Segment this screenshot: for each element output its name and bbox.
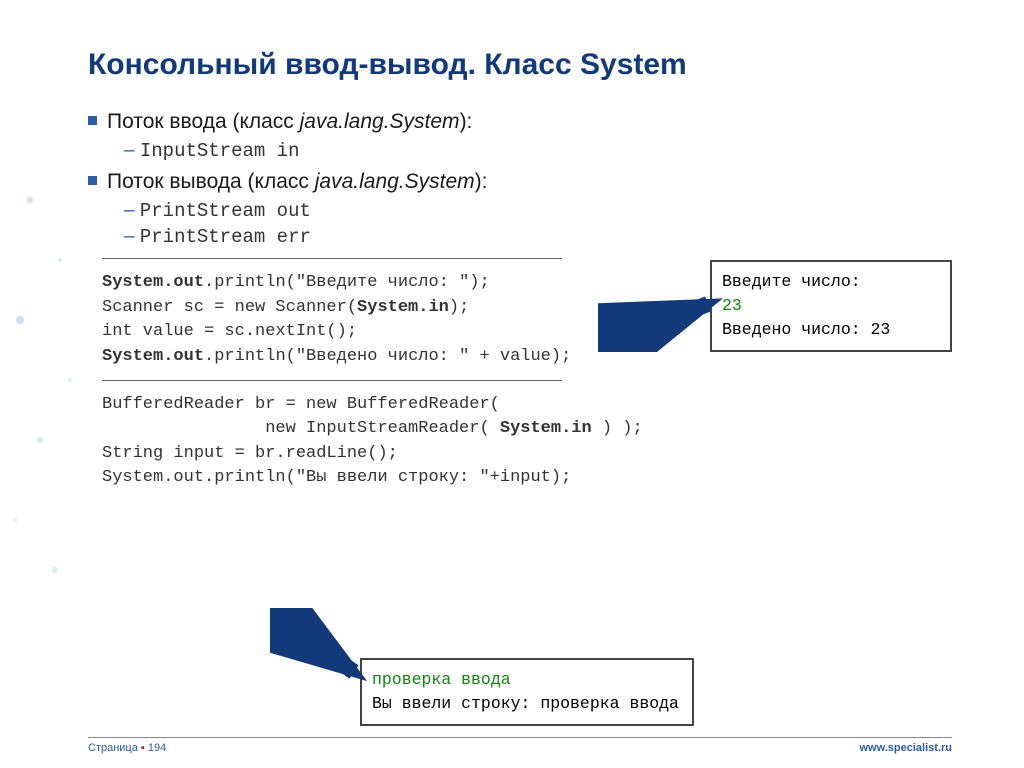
footer-url: www.specialist.ru xyxy=(859,742,952,754)
page-indicator: Страница ▪ 194 xyxy=(88,742,166,754)
output-line: Введите число: xyxy=(722,270,940,294)
output-line: Введено число: 23 xyxy=(722,318,940,342)
separator xyxy=(102,380,562,381)
sub-printstream-out: PrintStream out xyxy=(124,200,952,222)
bullet-text: Поток ввода (класс java.lang.System): xyxy=(107,110,472,134)
output-box-bufferedreader: проверка ввода Вы ввели строку: проверка… xyxy=(360,658,694,726)
output-line: Вы ввели строку: проверка ввода xyxy=(372,692,682,716)
output-box-scanner: Введите число: 23 Введено число: 23 xyxy=(710,260,952,352)
bullet-icon xyxy=(88,176,97,185)
slide-body: Консольный ввод-вывод. Класс System Пото… xyxy=(0,0,1024,768)
bullet-input-stream: Поток ввода (класс java.lang.System): xyxy=(88,110,952,134)
bullet-text: Поток вывода (класс java.lang.System): xyxy=(107,170,487,194)
separator xyxy=(102,258,562,259)
bullet-output-stream: Поток вывода (класс java.lang.System): xyxy=(88,170,952,194)
code-block-bufferedreader: BufferedReader br = new BufferedReader( … xyxy=(102,393,952,492)
bullet-icon xyxy=(88,116,97,125)
sub-printstream-err: PrintStream err xyxy=(124,226,952,248)
slide-title: Консольный ввод-вывод. Класс System xyxy=(88,48,952,82)
sub-inputstream-in: InputStream in xyxy=(124,140,952,162)
slide-footer: Страница ▪ 194 www.specialist.ru xyxy=(88,737,952,754)
output-user-input: 23 xyxy=(722,294,940,318)
output-user-input: проверка ввода xyxy=(372,668,682,692)
